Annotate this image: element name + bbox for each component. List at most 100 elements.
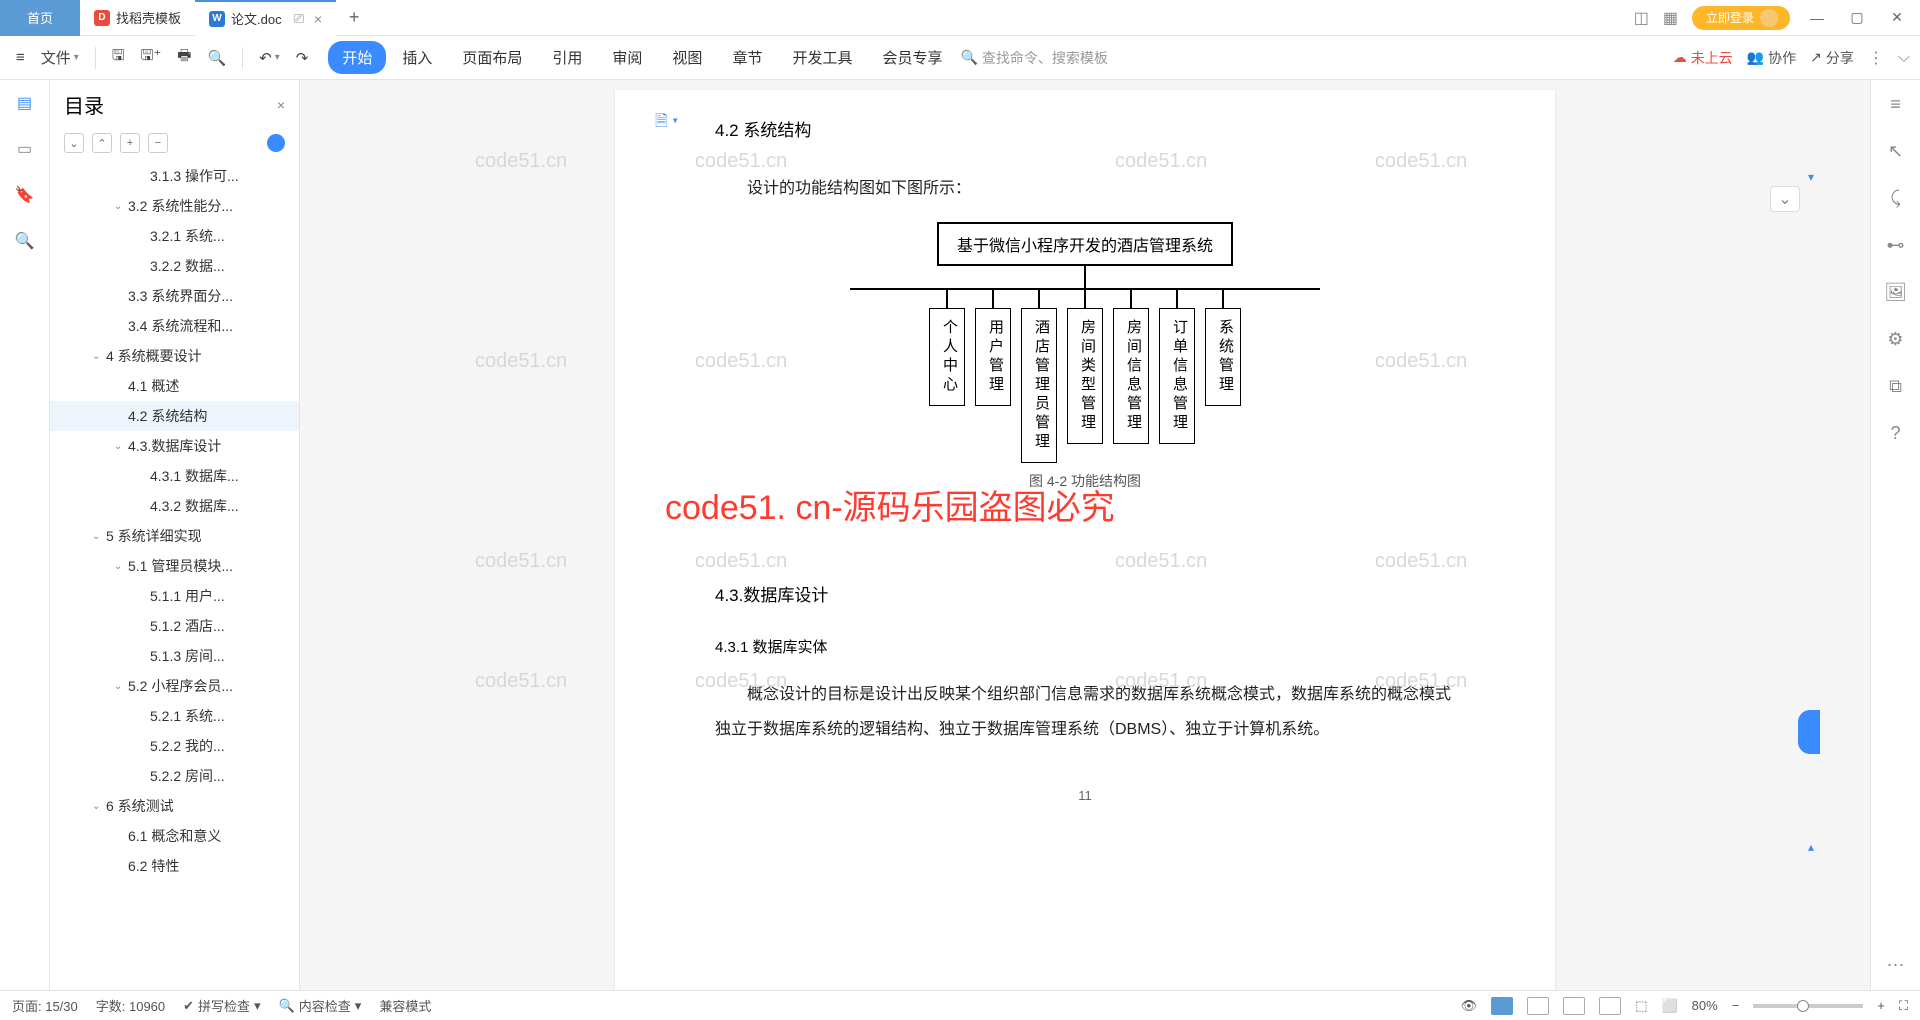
tab-chapter[interactable]: 章节 <box>718 41 776 74</box>
undo-button[interactable]: ↶ ▾ <box>253 45 286 71</box>
outline-item[interactable]: 3.2.1 系统... <box>50 221 299 251</box>
tab-view[interactable]: 视图 <box>658 41 716 74</box>
preview-button[interactable]: 🔍 <box>201 45 232 71</box>
fit-page-button[interactable]: ⬜ <box>1661 998 1677 1014</box>
cursor-icon[interactable]: ⤹ <box>1890 188 1901 209</box>
tab-templates[interactable]: D 找稻壳模板 <box>80 0 195 36</box>
zoom-slider[interactable] <box>1753 1004 1863 1008</box>
tab-document[interactable]: W 论文.doc ⎚ × <box>195 0 336 36</box>
outline-item[interactable]: ⌄5.1 管理员模块... <box>50 551 299 581</box>
menu-button[interactable]: ≡ <box>10 45 31 70</box>
expand-all-button[interactable]: ⌃ <box>92 133 112 153</box>
device-icon[interactable]: ⎚ <box>294 11 304 27</box>
tab-review[interactable]: 审阅 <box>598 41 656 74</box>
save-as-button[interactable]: 🖫⁺ <box>135 41 168 74</box>
outline-item[interactable]: ⌄4.3.数据库设计 <box>50 431 299 461</box>
command-search[interactable]: 🔍 查找命令、搜索模板 <box>960 48 1107 68</box>
share-button[interactable]: ↗ 分享 <box>1810 48 1854 68</box>
outline-item[interactable]: 3.3 系统界面分... <box>50 281 299 311</box>
translate-icon[interactable]: ⧉ <box>1889 376 1902 397</box>
remove-heading-button[interactable]: − <box>148 133 168 153</box>
side-handle[interactable] <box>1798 710 1820 754</box>
tab-start[interactable]: 开始 <box>328 41 386 74</box>
view-web-button[interactable] <box>1599 997 1621 1015</box>
tab-references[interactable]: 引用 <box>538 41 596 74</box>
spellcheck-button[interactable]: ✔ 拼写检查 ▾ <box>183 996 260 1015</box>
zoom-value[interactable]: 80% <box>1692 998 1718 1013</box>
tab-member[interactable]: 会员专享 <box>868 41 956 74</box>
word-count[interactable]: 字数: 10960 <box>96 996 165 1015</box>
outline-icon[interactable]: ▤ <box>14 92 36 114</box>
help-icon[interactable]: ? <box>1890 423 1900 444</box>
maximize-button[interactable]: ▢ <box>1844 9 1870 26</box>
more-button[interactable]: ⋮ <box>1868 48 1884 68</box>
chevron-icon[interactable]: ⌄ <box>114 201 128 212</box>
chevron-icon[interactable]: ⌄ <box>114 441 128 452</box>
view-outline-button[interactable] <box>1527 997 1549 1015</box>
tab-home[interactable]: 首页 <box>0 0 80 36</box>
login-button[interactable]: 立即登录 <box>1692 6 1790 30</box>
outline-item[interactable]: 4.3.2 数据库... <box>50 491 299 521</box>
image-icon[interactable]: 🖼 <box>1884 282 1907 303</box>
fullscreen-button[interactable]: ⛶ <box>1899 998 1908 1014</box>
outline-item[interactable]: ⌄6 系统测试 <box>50 791 299 821</box>
coop-button[interactable]: 👥 协作 <box>1747 48 1796 68</box>
outline-item[interactable]: 4.2 系统结构 <box>50 401 299 431</box>
eye-icon[interactable]: 👁 <box>1461 998 1478 1014</box>
fit-width-button[interactable]: ⬚ <box>1635 998 1647 1014</box>
tab-insert[interactable]: 插入 <box>388 41 446 74</box>
settings-icon[interactable]: ⊷ <box>1887 235 1905 256</box>
outline-item[interactable]: ⌄5.2 小程序会员... <box>50 671 299 701</box>
outline-item[interactable]: 5.2.1 系统... <box>50 701 299 731</box>
outline-item[interactable]: 3.4 系统流程和... <box>50 311 299 341</box>
outline-item[interactable]: 5.2.2 我的... <box>50 731 299 761</box>
chevron-icon[interactable]: ⌄ <box>92 801 106 812</box>
close-button[interactable]: ✕ <box>1884 9 1910 26</box>
outline-item[interactable]: 3.2.2 数据... <box>50 251 299 281</box>
collapse-pane-button[interactable]: ⌄ <box>1770 186 1800 212</box>
chevron-icon[interactable]: ⌄ <box>92 531 106 542</box>
select-icon[interactable]: ↖ <box>1888 141 1903 162</box>
add-heading-button[interactable]: + <box>120 133 140 153</box>
chevron-icon[interactable]: ⌄ <box>114 681 128 692</box>
cloud-status[interactable]: ☁ 未上云 <box>1673 48 1733 68</box>
tab-add-button[interactable]: + <box>336 7 372 28</box>
search-panel-icon[interactable]: 🔍 <box>14 230 36 252</box>
chevron-icon[interactable]: ⌄ <box>114 561 128 572</box>
document-area[interactable]: ⌄ ▾ ▴ 🗎 ▾ 4.2 系统结构 设计的功能结构图如下图所示： 基于微信小程… <box>300 80 1870 990</box>
tab-devtools[interactable]: 开发工具 <box>778 41 866 74</box>
page-action-icon[interactable]: 🗎 ▾ <box>655 110 678 137</box>
save-button[interactable]: 🖫 <box>106 41 131 74</box>
collapse-all-button[interactable]: ⌄ <box>64 133 84 153</box>
outline-item[interactable]: 3.1.3 操作可... <box>50 161 299 191</box>
outline-item[interactable]: 5.1.2 酒店... <box>50 611 299 641</box>
view-page-button[interactable] <box>1491 997 1513 1015</box>
apps-icon[interactable]: ▦ <box>1663 8 1678 28</box>
page-indicator[interactable]: 页面: 15/30 <box>12 996 78 1015</box>
outline-item[interactable]: 5.2.2 房间... <box>50 761 299 791</box>
outline-close-button[interactable]: × <box>277 97 285 113</box>
gear-icon[interactable]: ⚙ <box>1887 329 1903 350</box>
sync-badge[interactable] <box>267 134 285 152</box>
redo-button[interactable]: ↷ <box>290 45 315 71</box>
outline-item[interactable]: 6.2 特性 <box>50 851 299 881</box>
file-menu[interactable]: 文件 ▾ <box>35 43 85 72</box>
close-icon[interactable]: × <box>314 11 322 27</box>
outline-item[interactable]: 4.3.1 数据库... <box>50 461 299 491</box>
hamburger-icon[interactable]: ≡ <box>1890 94 1901 115</box>
content-check-button[interactable]: 🔍 内容检查 ▾ <box>279 996 362 1015</box>
outline-item[interactable]: ⌄3.2 系统性能分... <box>50 191 299 221</box>
chevron-icon[interactable]: ⌄ <box>92 351 106 362</box>
compat-mode[interactable]: 兼容模式 <box>379 996 431 1015</box>
layout-icon[interactable]: ◫ <box>1634 8 1649 28</box>
zoom-in-button[interactable]: + <box>1877 998 1885 1013</box>
print-button[interactable]: 🖶 <box>171 41 197 74</box>
minimize-button[interactable]: — <box>1804 10 1830 26</box>
outline-item[interactable]: ⌄5 系统详细实现 <box>50 521 299 551</box>
page-icon[interactable]: ▭ <box>14 138 36 160</box>
more-icon[interactable]: ⋯ <box>1887 955 1905 976</box>
outline-item[interactable]: 5.1.3 房间... <box>50 641 299 671</box>
outline-item[interactable]: 6.1 概念和意义 <box>50 821 299 851</box>
outline-item[interactable]: 5.1.1 用户... <box>50 581 299 611</box>
outline-item[interactable]: 4.1 概述 <box>50 371 299 401</box>
